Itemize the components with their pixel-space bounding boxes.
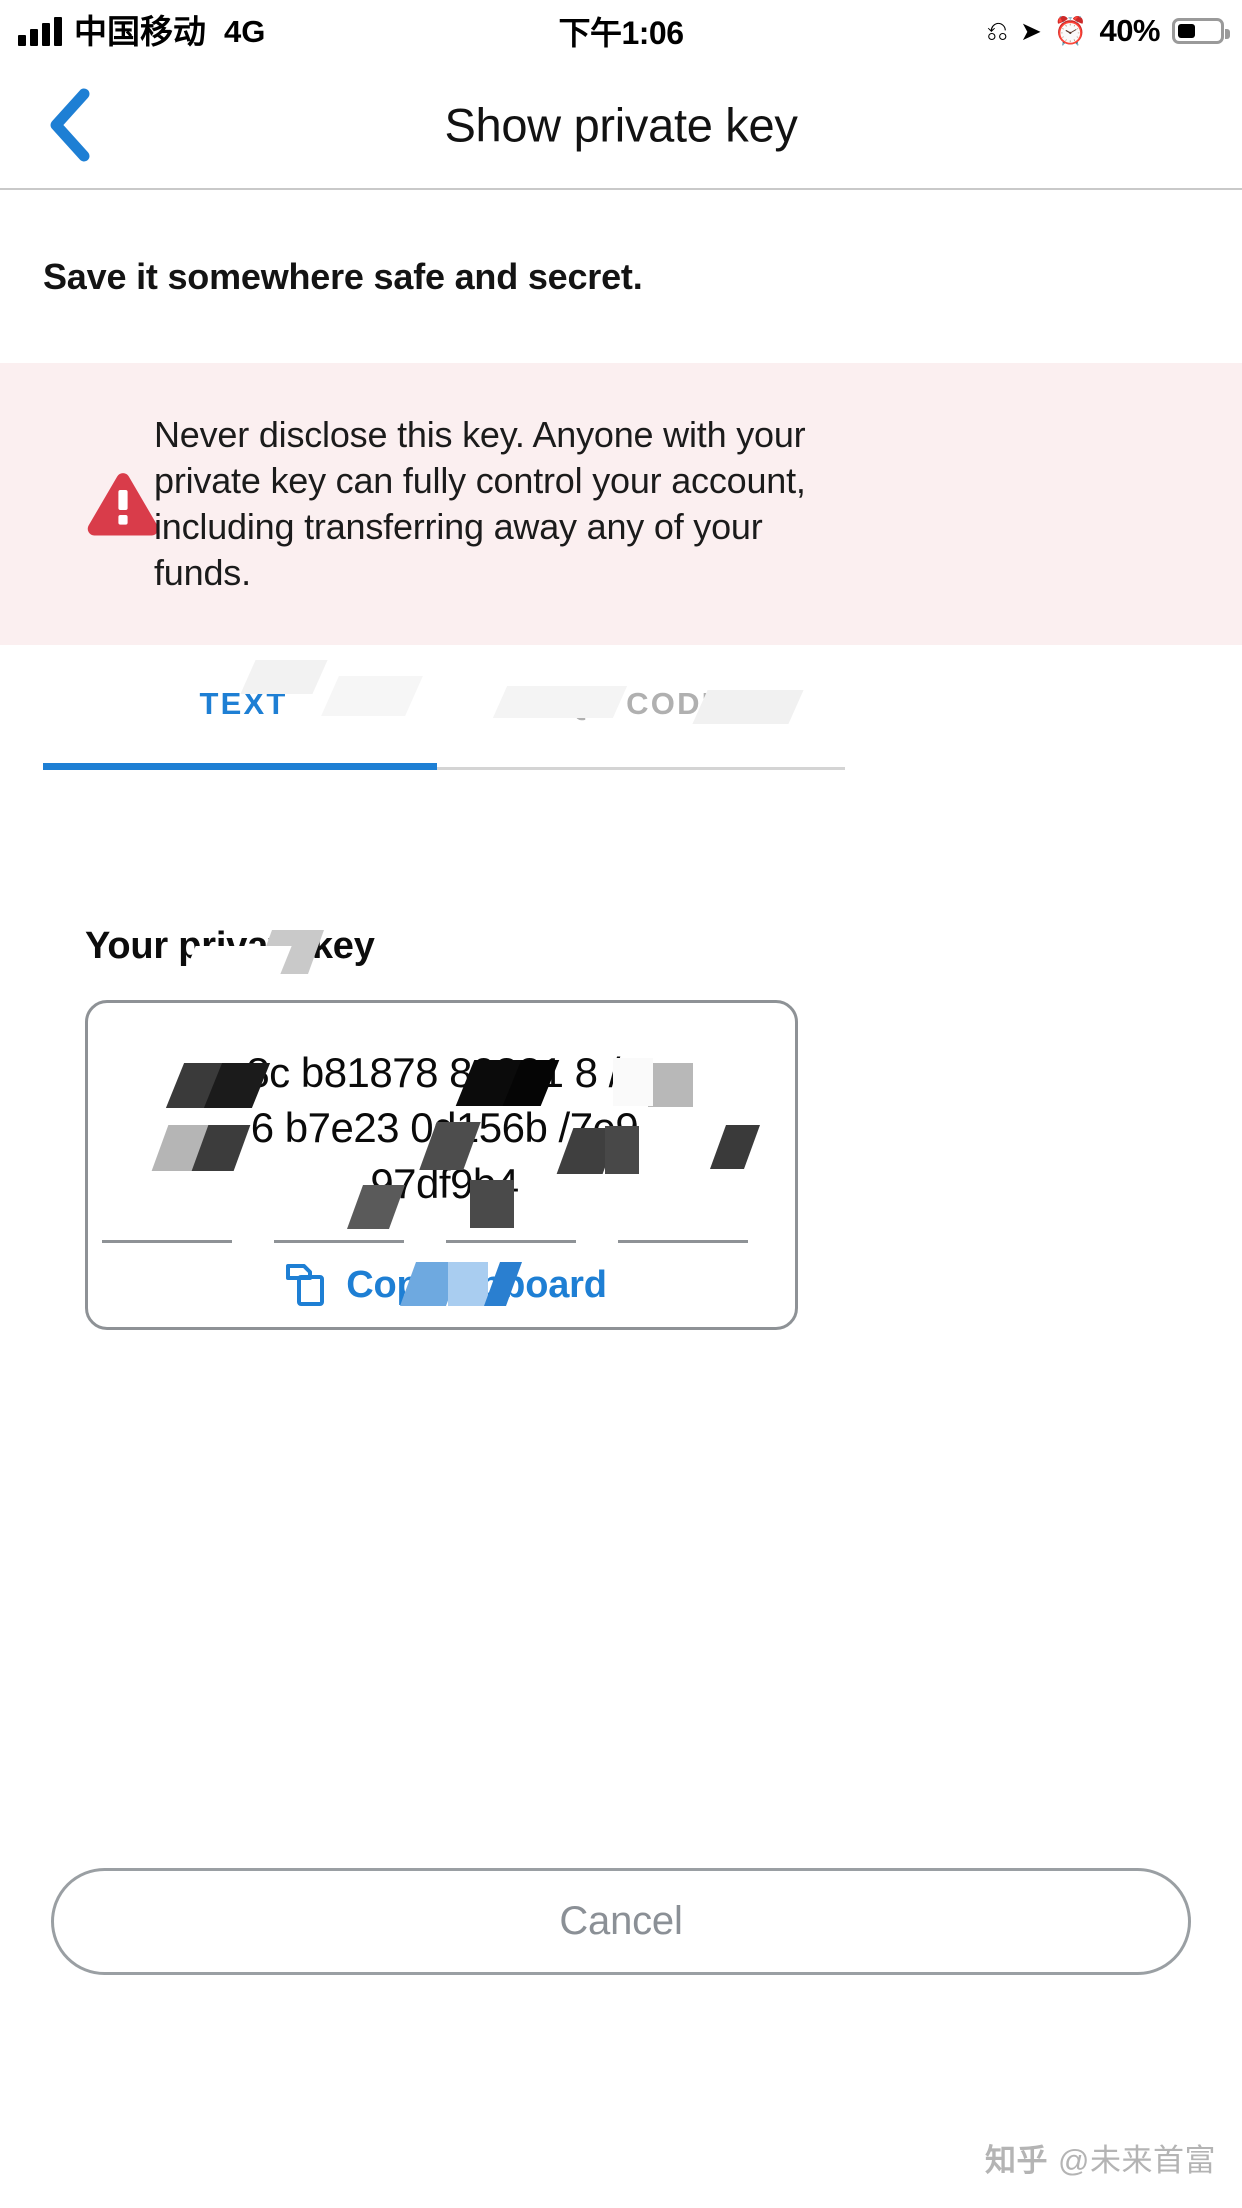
status-bar: 中国移动 4G 下午1:06 ⎌ ➤ ⏰ 40% bbox=[0, 0, 1242, 62]
copy-label-left: Copy bbox=[346, 1263, 441, 1306]
tab-bar: TEXT QR CODE bbox=[43, 645, 845, 770]
tab-qr-code-label: QR CODE bbox=[564, 685, 725, 721]
lock-rotation-icon: ⎌ bbox=[986, 15, 1009, 46]
location-arrow-icon: ➤ bbox=[1020, 15, 1042, 46]
tab-text[interactable]: TEXT bbox=[43, 645, 444, 770]
navigation-bar: Show private key bbox=[0, 62, 1242, 190]
watermark: 知乎 @未来首富 bbox=[985, 2135, 1216, 2180]
tab-qr-code[interactable]: QR CODE bbox=[444, 645, 845, 770]
page-title: Show private key bbox=[444, 98, 798, 152]
warning-triangle-icon bbox=[86, 471, 160, 537]
private-key-box: 8c b81878 80821 8 /3 6 b7e23 0d156b /7e9… bbox=[85, 1000, 798, 1330]
private-key-label: Your private key bbox=[85, 925, 375, 967]
copy-icon bbox=[282, 1262, 328, 1308]
watermark-logo: 知乎 bbox=[985, 2143, 1049, 2178]
tab-active-indicator bbox=[43, 763, 437, 770]
watermark-handle: @未来首富 bbox=[1058, 2143, 1216, 2178]
private-key-value: 8c b81878 80821 8 /3 6 b7e23 0d156b /7e9… bbox=[246, 1049, 643, 1207]
status-bar-right: ⎌ ➤ ⏰ 40% bbox=[986, 0, 1230, 62]
warning-text: Never disclose this key. Anyone with you… bbox=[154, 413, 806, 594]
alarm-clock-icon: ⏰ bbox=[1053, 15, 1088, 46]
battery-percent-label: 40% bbox=[1099, 13, 1160, 48]
battery-icon bbox=[1172, 18, 1230, 44]
cancel-button[interactable]: Cancel bbox=[51, 1868, 1191, 1975]
tab-text-label: TEXT bbox=[199, 685, 288, 721]
cancel-button-label: Cancel bbox=[559, 1899, 683, 1943]
copy-label-right: lipboard bbox=[458, 1263, 607, 1306]
subtitle-text: Save it somewhere safe and secret. bbox=[43, 255, 643, 297]
warning-banner: Never disclose this key. Anyone with you… bbox=[0, 363, 1242, 645]
copy-to-clipboard-button[interactable]: Copy lipboard bbox=[88, 1243, 801, 1327]
phone-screen: 中国移动 4G 下午1:06 ⎌ ➤ ⏰ 40% Show private ke… bbox=[0, 0, 1242, 2208]
